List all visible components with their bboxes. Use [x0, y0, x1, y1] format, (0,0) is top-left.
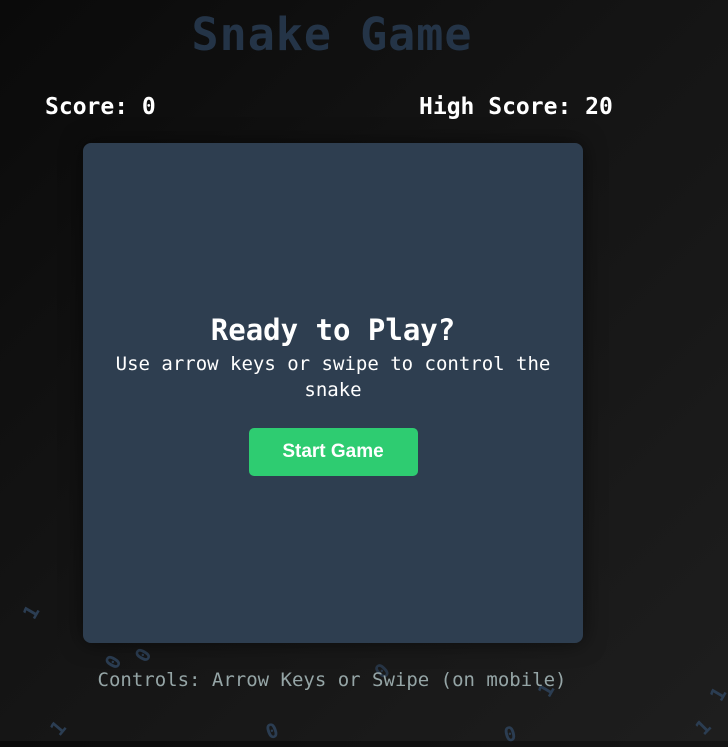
high-score-display: High Score: 20 — [419, 94, 613, 120]
background-digit: 0 — [129, 643, 157, 667]
game-board[interactable]: Ready to Play? Use arrow keys or swipe t… — [83, 143, 583, 643]
instructions-text: Use arrow keys or swipe to control the s… — [115, 353, 551, 401]
background-digit: 0 — [501, 720, 519, 747]
background-digit: 1 — [44, 715, 72, 741]
start-overlay: Ready to Play? Use arrow keys or swipe t… — [83, 313, 583, 476]
background-digit: 1 — [17, 600, 45, 624]
background-digit: 1 — [704, 682, 728, 706]
start-game-button[interactable]: Start Game — [248, 428, 418, 476]
score-display: Score: 0 — [45, 94, 156, 120]
controls-hint: Controls: Arrow Keys or Swipe (on mobile… — [97, 669, 567, 691]
ready-heading: Ready to Play? — [210, 313, 456, 347]
game-title: Snake Game — [191, 8, 473, 61]
background-digit: 0 — [262, 717, 282, 745]
background-digit: 1 — [690, 714, 716, 740]
